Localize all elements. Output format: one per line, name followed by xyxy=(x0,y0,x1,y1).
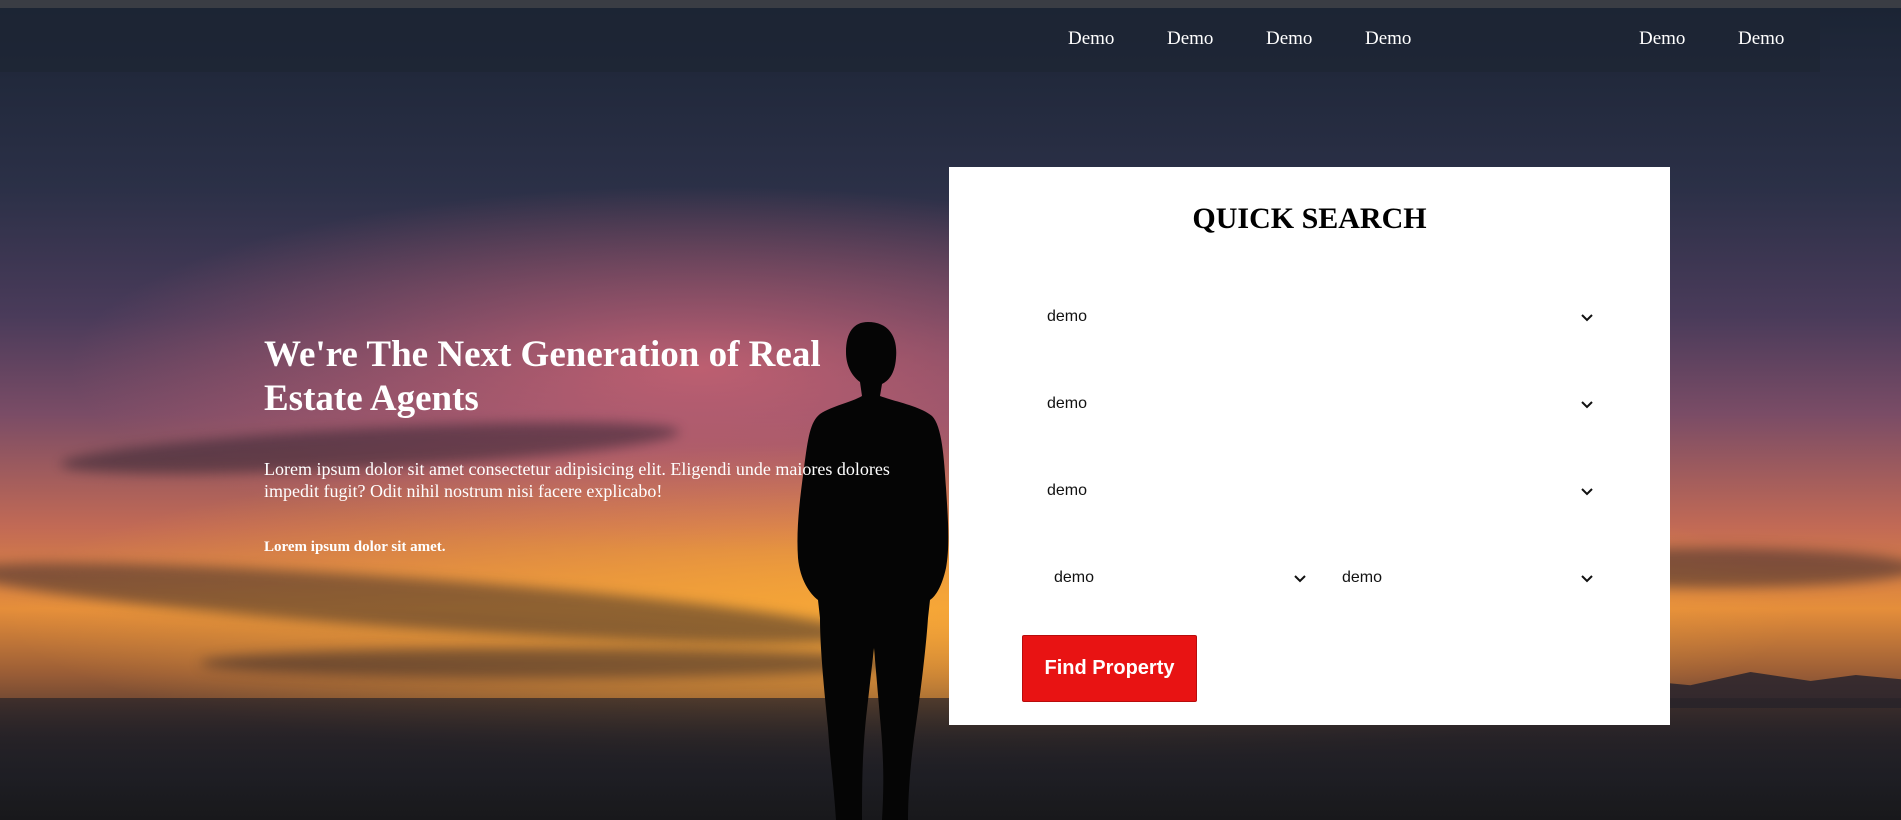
nav-link-3[interactable]: Demo xyxy=(1266,28,1312,50)
find-property-button[interactable]: Find Property xyxy=(1022,635,1197,702)
search-select-4[interactable]: demo xyxy=(1054,558,1308,598)
hero-headline: We're The Next Generation of Real Estate… xyxy=(264,334,821,419)
nav-link-4[interactable]: Demo xyxy=(1365,28,1411,50)
select-value: demo xyxy=(1054,569,1095,586)
chevron-down-icon xyxy=(1294,575,1306,583)
nav-link-6[interactable]: Demo xyxy=(1738,28,1784,50)
chevron-down-icon xyxy=(1581,575,1593,583)
chevron-down-icon xyxy=(1581,488,1593,496)
search-select-5[interactable]: demo xyxy=(1342,558,1595,598)
select-value: demo xyxy=(1047,482,1088,499)
hero-lead-text: Lorem ipsum dolor sit amet consectetur a… xyxy=(264,459,890,501)
select-value: demo xyxy=(1047,308,1088,325)
search-select-3[interactable]: demo xyxy=(1047,471,1595,511)
chevron-down-icon xyxy=(1581,314,1593,322)
chevron-down-icon xyxy=(1581,401,1593,409)
nav-link-2[interactable]: Demo xyxy=(1167,28,1213,50)
cloud-band xyxy=(0,546,861,660)
browser-top-edge xyxy=(0,0,1901,8)
quick-search-panel: QUICK SEARCH demo demo demo demo demo Fi… xyxy=(949,167,1670,725)
search-select-2[interactable]: demo xyxy=(1047,384,1595,424)
nav-link-5[interactable]: Demo xyxy=(1639,28,1685,50)
quick-search-title: QUICK SEARCH xyxy=(1192,202,1427,235)
search-select-1[interactable]: demo xyxy=(1047,297,1595,337)
hero-note: Lorem ipsum dolor sit amet. xyxy=(264,539,446,555)
select-value: demo xyxy=(1342,569,1383,586)
select-value: demo xyxy=(1047,395,1088,412)
top-navigation: Demo Demo Demo Demo Demo Demo xyxy=(0,8,1820,72)
nav-link-1[interactable]: Demo xyxy=(1068,28,1114,50)
